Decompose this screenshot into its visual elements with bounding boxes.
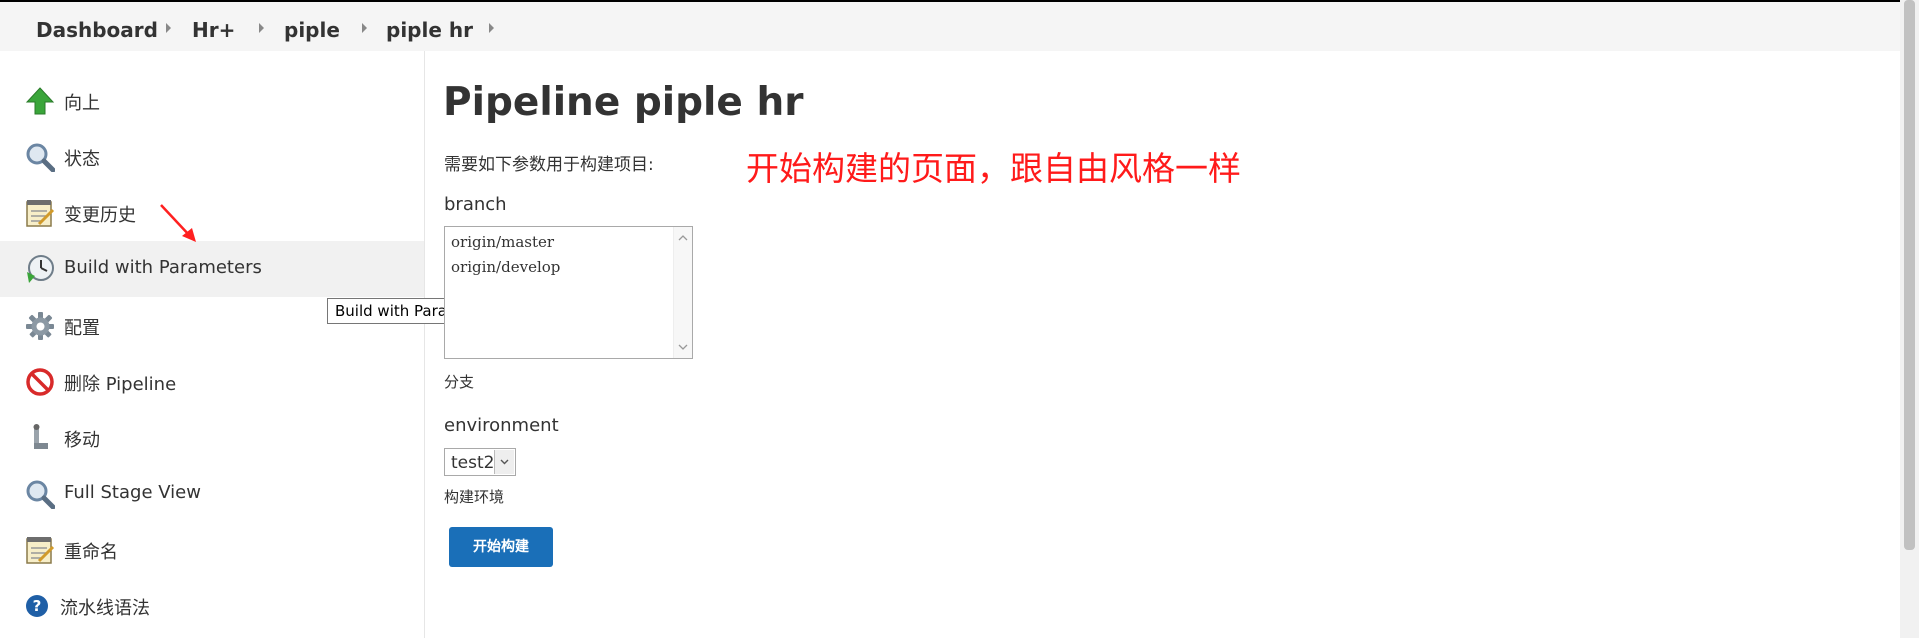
- branch-select-list[interactable]: origin/master origin/develop: [444, 226, 693, 359]
- clock-build-icon: [27, 255, 54, 283]
- breadcrumb-piple[interactable]: piple: [284, 18, 340, 42]
- up-arrow-icon: [25, 87, 55, 115]
- magnifier-icon: [26, 480, 55, 509]
- chevron-up-icon[interactable]: [678, 233, 688, 243]
- environment-label: environment: [444, 415, 559, 436]
- breadcrumb-separator-icon[interactable]: [259, 23, 264, 33]
- magnifier-icon: [26, 143, 55, 172]
- svg-text:?: ?: [33, 597, 42, 615]
- environment-select[interactable]: test2: [444, 448, 516, 476]
- help-icon: ?: [26, 595, 48, 617]
- sidebar-item-label: 删除 Pipeline: [64, 374, 177, 395]
- sidebar-item-pipeline-syntax[interactable]: ? 流水线语法: [0, 578, 424, 634]
- sidebar-item-history[interactable]: 变更历史: [0, 185, 424, 241]
- sidebar-item-status[interactable]: 状态: [0, 129, 424, 185]
- notepad-icon: [26, 200, 55, 227]
- annotation-arrow-icon: [160, 204, 196, 242]
- branch-label: branch: [444, 194, 507, 215]
- intro-text: 需要如下参数用于构建项目:: [444, 155, 654, 175]
- breadcrumb-separator-icon[interactable]: [489, 23, 494, 33]
- sidebar-item-up[interactable]: 向上: [0, 73, 424, 129]
- branch-scrollbar[interactable]: [673, 227, 692, 358]
- sidebar-item-move[interactable]: 移动: [0, 410, 424, 466]
- start-build-button[interactable]: 开始构建: [449, 527, 553, 567]
- sidebar-item-label: 重命名: [64, 542, 118, 563]
- branch-option[interactable]: origin/master: [451, 233, 554, 251]
- sidebar-item-label: Build with Parameters: [64, 257, 262, 278]
- branch-description: 分支: [444, 373, 475, 391]
- sidebar-divider: [424, 51, 425, 638]
- page-scrollbar[interactable]: [1900, 0, 1919, 638]
- breadcrumb-dashboard[interactable]: Dashboard: [36, 18, 158, 42]
- sidebar-item-full-stage-view[interactable]: Full Stage View: [0, 466, 424, 522]
- sidebar-item-build-with-parameters[interactable]: Build with Parameters: [0, 241, 424, 297]
- chevron-down-icon[interactable]: [678, 342, 688, 352]
- branch-option[interactable]: origin/develop: [451, 258, 560, 276]
- sidebar-item-label: 移动: [64, 430, 100, 451]
- environment-selected-value: test2: [451, 453, 495, 473]
- sidebar-item-label: 状态: [64, 149, 100, 170]
- chevron-down-icon: [500, 459, 509, 465]
- annotation-text: 开始构建的页面，跟自由风格一样: [746, 149, 1241, 188]
- sidebar-item-delete-pipeline[interactable]: 删除 Pipeline: [0, 354, 424, 410]
- sidebar-item-rename[interactable]: 重命名: [0, 522, 424, 578]
- select-dropdown-button[interactable]: [494, 450, 514, 474]
- breadcrumb-hr[interactable]: Hr+: [192, 18, 235, 42]
- breadcrumb-piple-hr[interactable]: piple hr: [386, 18, 473, 42]
- sidebar-item-label: 向上: [64, 93, 100, 114]
- sidebar-item-label: Full Stage View: [64, 482, 201, 503]
- sidebar-item-label: 流水线语法: [60, 598, 150, 619]
- breadcrumb: Dashboard Hr+ piple piple hr: [0, 2, 1900, 51]
- page-title: Pipeline piple hr: [443, 80, 804, 125]
- breadcrumb-separator-icon[interactable]: [362, 23, 367, 33]
- environment-description: 构建环境: [444, 488, 505, 506]
- sidebar-item-label: 配置: [64, 318, 100, 339]
- breadcrumb-separator-icon[interactable]: [166, 23, 171, 33]
- page-scrollbar-thumb[interactable]: [1904, 0, 1915, 550]
- sidebar-item-label: 变更历史: [64, 205, 136, 226]
- notepad-icon: [26, 537, 55, 564]
- gear-icon: [26, 312, 54, 340]
- move-icon: [33, 424, 48, 449]
- no-entry-icon: [26, 368, 54, 396]
